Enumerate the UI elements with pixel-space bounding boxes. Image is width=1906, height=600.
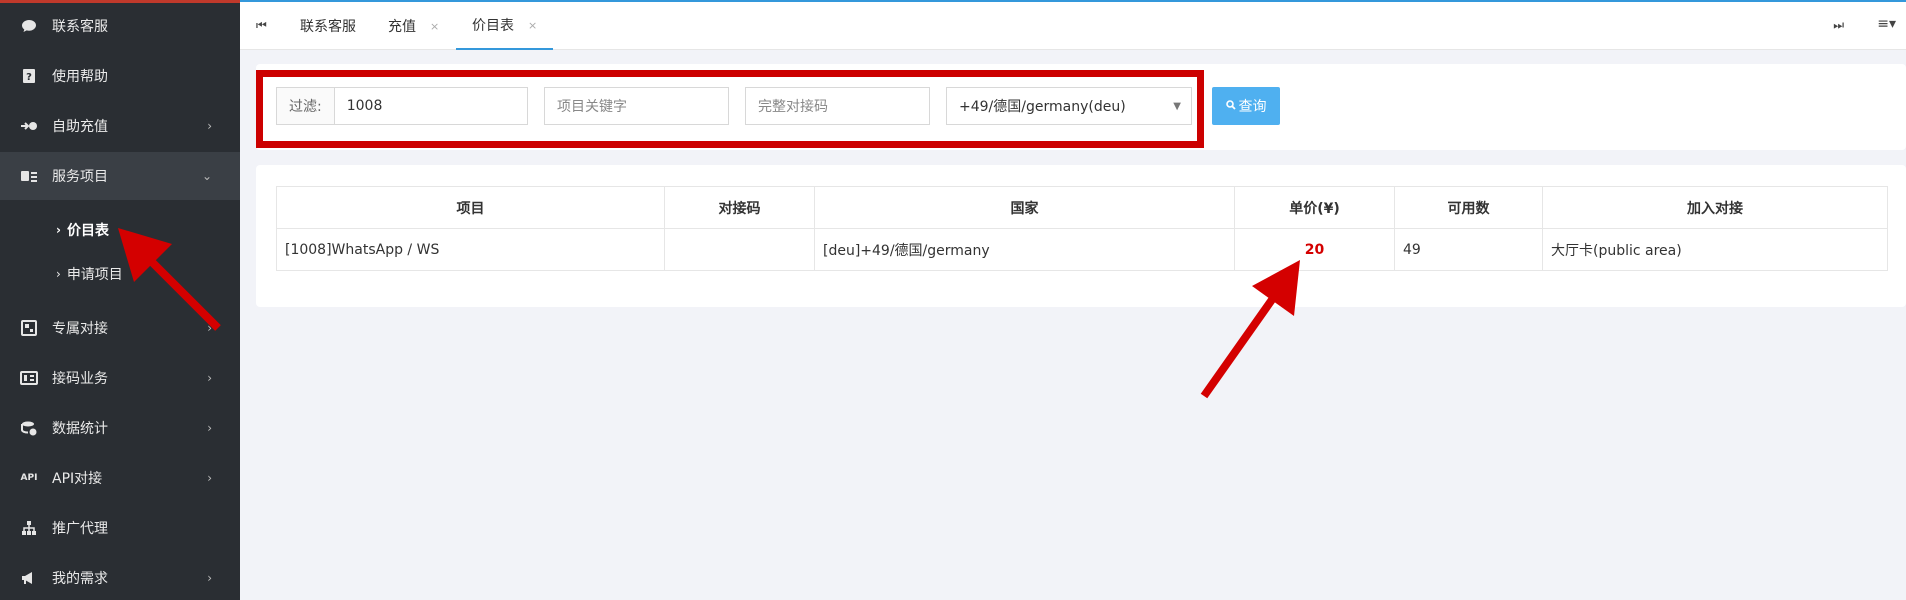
hamburger-menu-icon[interactable]: ≡▾	[1877, 16, 1896, 32]
tab-bar: ⏮ 联系客服 充值 × 价目表 × ⏭ ≡▾	[240, 0, 1906, 50]
scroll-first-tab-icon[interactable]: ⏮	[256, 18, 267, 33]
cell-code	[664, 228, 815, 271]
table-row: [1008]WhatsApp / WS [deu]+49/德国/germany …	[276, 228, 1888, 271]
sidebar-subitem-label: 价目表	[66, 223, 109, 239]
cell-country: [deu]+49/德国/germany	[814, 228, 1235, 271]
sidebar: 联系客服 ? 使用帮助 自助充值 › 服务项目 ⌄ › 价目表 › 申请项目 专…	[0, 0, 240, 600]
cell-available: 49	[1394, 228, 1543, 271]
service-icon	[20, 167, 38, 185]
cell-price: 20	[1234, 228, 1395, 271]
chevron-right-icon: ›	[207, 421, 212, 435]
keyword-input[interactable]: 项目关键字	[544, 87, 729, 125]
filter-prefix-label: 过滤:	[277, 88, 335, 124]
recharge-icon	[20, 117, 38, 135]
tab-label: 价目表	[472, 18, 514, 34]
country-selected-value: +49/德国/germany(deu)	[959, 99, 1126, 115]
tab-label: 充值	[388, 19, 416, 35]
column-header-available: 可用数	[1394, 186, 1543, 229]
sidebar-item-label: 我的需求	[52, 571, 108, 587]
api-icon: API	[20, 473, 38, 483]
chevron-right-icon: ›	[207, 571, 212, 585]
tab-price-list[interactable]: 价目表 ×	[456, 2, 554, 50]
tab-recharge[interactable]: 充值 ×	[388, 2, 439, 50]
sidebar-item-label: 推广代理	[52, 521, 108, 537]
sidebar-item-api[interactable]: API API对接 ›	[0, 454, 240, 502]
svg-text:?: ?	[26, 72, 32, 83]
sidebar-item-my-demand[interactable]: 我的需求 ›	[0, 554, 240, 600]
chevron-right-icon: ›	[56, 223, 61, 237]
table-header-row: 项目 对接码 国家 单价(¥) 可用数 加入对接	[276, 186, 1888, 229]
chevron-right-icon: ›	[207, 371, 212, 385]
country-select[interactable]: +49/德国/germany(deu) ▼	[946, 87, 1192, 125]
column-header-code: 对接码	[664, 186, 815, 229]
project-id-filter-input[interactable]: 过滤: 1008	[276, 87, 528, 125]
sidebar-item-label: 使用帮助	[52, 69, 108, 85]
sidebar-item-statistics[interactable]: 数据统计 ›	[0, 404, 240, 452]
sidebar-item-label: 服务项目	[52, 169, 108, 185]
stats-icon	[20, 419, 38, 437]
close-icon[interactable]: ×	[528, 19, 537, 32]
cell-project: [1008]WhatsApp / WS	[276, 228, 665, 271]
help-icon: ?	[20, 67, 38, 85]
sidebar-item-help[interactable]: ? 使用帮助	[0, 52, 240, 100]
code-icon	[20, 369, 38, 387]
sidebar-subitem-price-list[interactable]: › 价目表	[56, 210, 109, 250]
keyword-placeholder: 项目关键字	[557, 99, 627, 115]
tab-label: 联系客服	[300, 19, 356, 35]
search-icon	[1225, 98, 1236, 114]
sidebar-item-exclusive[interactable]: 专属对接 ›	[0, 304, 240, 352]
sidebar-item-label: 数据统计	[52, 421, 108, 437]
caret-down-icon: ▼	[1173, 100, 1181, 112]
column-header-country: 国家	[814, 186, 1235, 229]
column-header-join: 加入对接	[1542, 186, 1888, 229]
column-header-project: 项目	[276, 186, 665, 229]
close-icon[interactable]: ×	[430, 20, 439, 33]
exclusive-icon	[20, 319, 38, 337]
query-label: 查询	[1238, 99, 1267, 115]
sidebar-item-code-service[interactable]: 接码业务 ›	[0, 354, 240, 402]
chevron-right-icon: ›	[207, 471, 212, 485]
tab-contact[interactable]: 联系客服	[300, 2, 356, 50]
chevron-right-icon: ›	[207, 321, 212, 335]
sitemap-icon	[20, 519, 38, 537]
cell-join[interactable]: 大厅卡(public area)	[1542, 228, 1888, 271]
chevron-right-icon: ›	[207, 119, 212, 133]
megaphone-icon	[20, 569, 38, 587]
sidebar-item-promotion[interactable]: 推广代理	[0, 504, 240, 552]
query-button[interactable]: 查询	[1212, 87, 1280, 125]
sidebar-item-services[interactable]: 服务项目 ⌄	[0, 152, 240, 200]
chat-icon	[20, 17, 38, 35]
column-header-price: 单价(¥)	[1234, 186, 1395, 229]
chevron-down-icon: ⌄	[201, 169, 212, 183]
chevron-right-icon: ›	[56, 267, 61, 281]
code-input[interactable]: 完整对接码	[745, 87, 930, 125]
sidebar-subitem-apply-project[interactable]: › 申请项目	[56, 254, 123, 294]
sidebar-item-recharge[interactable]: 自助充值 ›	[0, 102, 240, 150]
sidebar-item-contact[interactable]: 联系客服	[0, 2, 240, 50]
sidebar-item-label: 接码业务	[52, 371, 108, 387]
sidebar-item-label: API对接	[52, 471, 103, 487]
project-id-value: 1008	[346, 98, 383, 114]
sidebar-item-label: 联系客服	[52, 19, 108, 35]
price-table: 项目 对接码 国家 单价(¥) 可用数 加入对接 [1008]WhatsApp …	[276, 186, 1888, 271]
sidebar-subitem-label: 申请项目	[66, 267, 123, 283]
scroll-last-tab-icon[interactable]: ⏭	[1833, 18, 1844, 33]
sidebar-item-label: 专属对接	[52, 321, 108, 337]
code-placeholder: 完整对接码	[758, 99, 828, 115]
sidebar-item-label: 自助充值	[52, 119, 108, 135]
